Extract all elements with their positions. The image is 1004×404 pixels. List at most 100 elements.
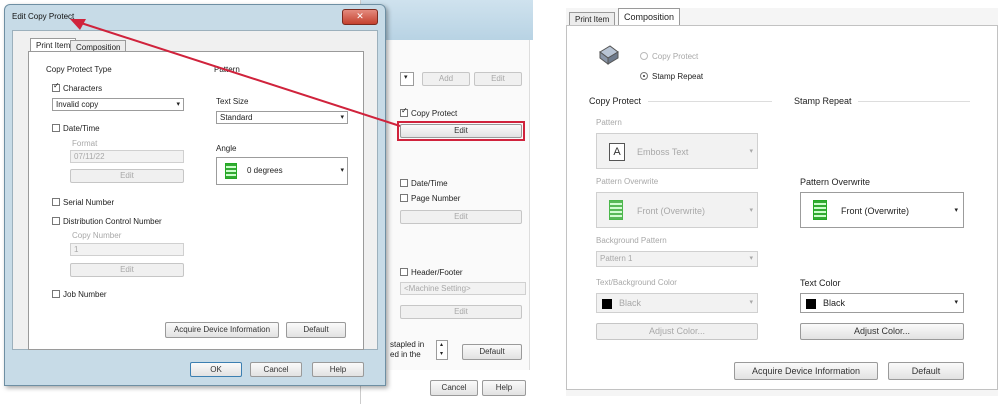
- right-acquire-device-info-button[interactable]: Acquire Device Information: [734, 362, 878, 380]
- behind-copy-protect-label: Copy Protect: [411, 109, 458, 118]
- chevron-down-icon: ▾: [954, 207, 958, 214]
- pattern-overwrite-value-disabled: Front (Overwrite): [637, 206, 706, 216]
- pattern-overwrite-select-disabled[interactable]: Front (Overwrite) ▾: [596, 192, 758, 228]
- copy-number-field[interactable]: 1: [70, 243, 184, 256]
- radio-copy-protect-label: Copy Protect: [652, 52, 699, 61]
- date-format-field[interactable]: 07/11/22: [70, 150, 184, 163]
- characters-value: Invalid copy: [56, 100, 99, 109]
- callout-highlight-box: [397, 121, 525, 141]
- pattern-overwrite-label-disabled: Pattern Overwrite: [596, 177, 659, 186]
- behind-copy-protect-checkbox[interactable]: ✓: [400, 106, 408, 117]
- close-icon: ✕: [356, 11, 364, 21]
- pattern-label: Pattern: [214, 65, 240, 74]
- behind-edit-button[interactable]: Edit: [474, 72, 522, 86]
- acquire-device-info-button[interactable]: Acquire Device Information: [165, 322, 279, 338]
- pattern-overwrite-select[interactable]: Front (Overwrite) ▾: [800, 192, 964, 228]
- chevron-down-icon: ▾: [749, 207, 753, 214]
- copier-icon: [598, 44, 620, 66]
- behind-default-button[interactable]: Default: [462, 344, 522, 360]
- front-overwrite-icon: [813, 200, 827, 220]
- copy-number-value: 1: [74, 245, 79, 254]
- serial-number-checkbox[interactable]: [52, 198, 60, 206]
- color-swatch-black: [602, 299, 612, 309]
- behind-page-number-label: Page Number: [411, 194, 461, 203]
- radio-stamp-repeat-label: Stamp Repeat: [652, 72, 704, 81]
- text-color-value: Black: [823, 298, 846, 308]
- chevron-down-icon: ▾: [749, 255, 753, 262]
- pattern-select[interactable]: A Emboss Text ▾: [596, 133, 758, 169]
- chevron-down-icon: ▾: [749, 148, 753, 155]
- chevron-down-icon: ▾: [176, 101, 180, 108]
- behind-header-footer-value: <Machine Setting>: [404, 284, 471, 293]
- behind-spin-box[interactable]: ▴ ▾: [436, 340, 448, 360]
- dialog-title: Edit Copy Protect: [12, 12, 75, 21]
- characters-select[interactable]: Invalid copy ▾: [52, 98, 184, 111]
- serial-number-label: Serial Number: [63, 198, 115, 207]
- radio-copy-protect[interactable]: [640, 52, 648, 60]
- help-button[interactable]: Help: [312, 362, 364, 377]
- radio-stamp-repeat[interactable]: [640, 72, 648, 80]
- text-color-label: Text Color: [800, 278, 841, 288]
- behind-dropdown[interactable]: ▾: [400, 72, 414, 86]
- behind-date-time-label: Date/Time: [411, 179, 448, 188]
- behind-header-footer-label: Header/Footer: [411, 268, 463, 277]
- behind-header-footer-checkbox[interactable]: [400, 268, 408, 276]
- dcn-checkbox[interactable]: [52, 217, 60, 225]
- characters-label: Characters: [63, 84, 103, 93]
- text-size-value: Standard: [220, 113, 253, 122]
- dcn-label: Distribution Control Number: [63, 217, 162, 226]
- angle-icon: [225, 163, 237, 179]
- dcn-edit-button[interactable]: Edit: [70, 263, 184, 277]
- behind-page-number-checkbox[interactable]: [400, 194, 408, 202]
- text-bg-color-select[interactable]: Black ▾: [596, 293, 758, 313]
- copy-protect-group-label: Copy Protect: [589, 96, 642, 106]
- pattern-overwrite-label: Pattern Overwrite: [800, 177, 871, 187]
- behind-stapled-text-2: ed in the: [390, 350, 421, 359]
- chevron-down-icon: ▾: [340, 114, 344, 121]
- date-time-label: Date/Time: [63, 124, 100, 133]
- job-number-label: Job Number: [63, 290, 107, 299]
- angle-select[interactable]: 0 degrees ▾: [216, 157, 348, 185]
- copy-protect-group-line: [648, 101, 772, 102]
- date-format-value: 07/11/22: [74, 152, 105, 161]
- text-size-select[interactable]: Standard ▾: [216, 111, 348, 124]
- angle-value: 0 degrees: [247, 166, 283, 175]
- date-time-edit-button[interactable]: Edit: [70, 169, 184, 183]
- behind-page-number-edit-button[interactable]: Edit: [400, 210, 522, 224]
- behind-header-footer-select[interactable]: <Machine Setting>: [400, 282, 526, 295]
- angle-label: Angle: [216, 144, 237, 153]
- chevron-down-icon: ▾: [340, 167, 344, 174]
- behind-date-time-checkbox[interactable]: [400, 179, 408, 187]
- pattern-value: Emboss Text: [637, 147, 689, 157]
- behind-content: [361, 40, 530, 370]
- behind-help-button[interactable]: Help: [482, 380, 526, 396]
- text-bg-color-value: Black: [619, 298, 642, 308]
- behind-cancel-button[interactable]: Cancel: [430, 380, 478, 396]
- right-tab-print-item[interactable]: Print Item: [569, 12, 616, 26]
- chevron-down-icon: ▾: [749, 299, 753, 306]
- copy-number-label: Copy Number: [72, 231, 122, 240]
- behind-stapled-text-1: stapled in: [390, 340, 425, 349]
- default-button[interactable]: Default: [286, 322, 346, 338]
- pattern-overwrite-value: Front (Overwrite): [841, 206, 910, 216]
- right-tab-composition[interactable]: Composition: [618, 8, 681, 26]
- chevron-down-icon: ▾: [954, 299, 958, 306]
- text-color-select[interactable]: Black ▾: [800, 293, 964, 313]
- color-swatch-black: [806, 299, 816, 309]
- background-pattern-select[interactable]: Pattern 1 ▾: [596, 251, 758, 267]
- job-number-checkbox[interactable]: [52, 290, 60, 298]
- adjust-color-button-disabled[interactable]: Adjust Color...: [596, 323, 758, 340]
- characters-checkbox[interactable]: ✓: [52, 81, 60, 92]
- right-default-button[interactable]: Default: [888, 362, 964, 380]
- close-button[interactable]: ✕: [342, 9, 378, 25]
- behind-add-button[interactable]: Add: [422, 72, 470, 86]
- behind-title-bar: [361, 0, 533, 40]
- pattern-label-disabled: Pattern: [596, 118, 622, 127]
- ok-button[interactable]: OK: [190, 362, 242, 377]
- adjust-color-button[interactable]: Adjust Color...: [800, 323, 964, 340]
- date-time-checkbox[interactable]: [52, 124, 60, 132]
- cancel-button[interactable]: Cancel: [250, 362, 302, 377]
- background-pattern-label: Background Pattern: [596, 236, 667, 245]
- emboss-text-icon: A: [609, 143, 625, 161]
- behind-header-footer-edit-button[interactable]: Edit: [400, 305, 522, 319]
